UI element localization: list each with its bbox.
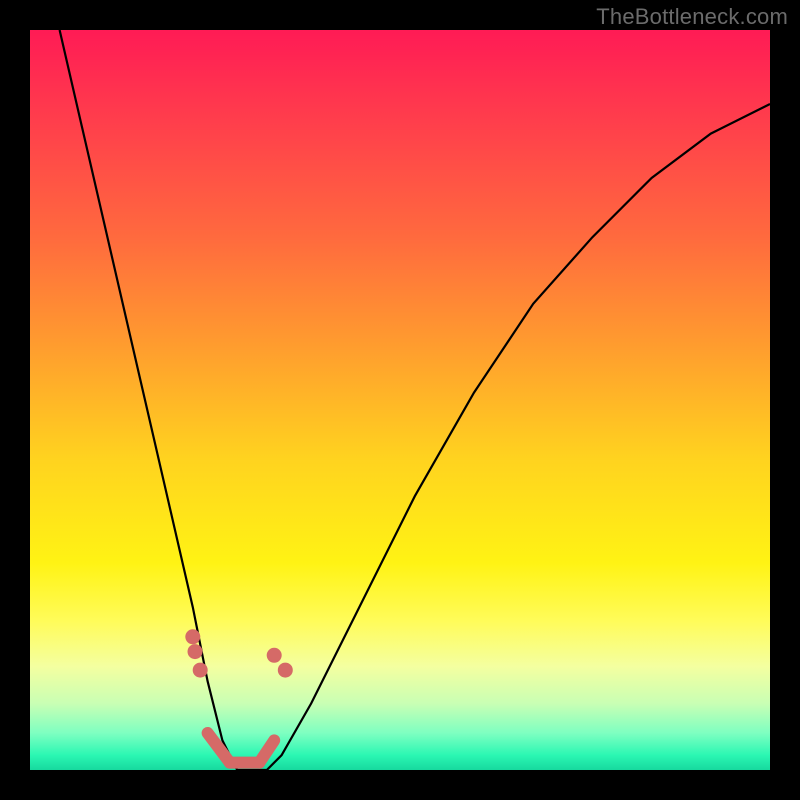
data-marker [193, 663, 207, 677]
data-marker [267, 648, 281, 662]
plot-area [30, 30, 770, 770]
data-marker [186, 630, 200, 644]
data-marker [278, 663, 292, 677]
trough-segment [259, 740, 274, 762]
watermark-text: TheBottleneck.com [596, 4, 788, 30]
data-marker [188, 645, 202, 659]
outer-frame: TheBottleneck.com [0, 0, 800, 800]
bottleneck-curve [60, 30, 770, 770]
chart-svg [30, 30, 770, 770]
